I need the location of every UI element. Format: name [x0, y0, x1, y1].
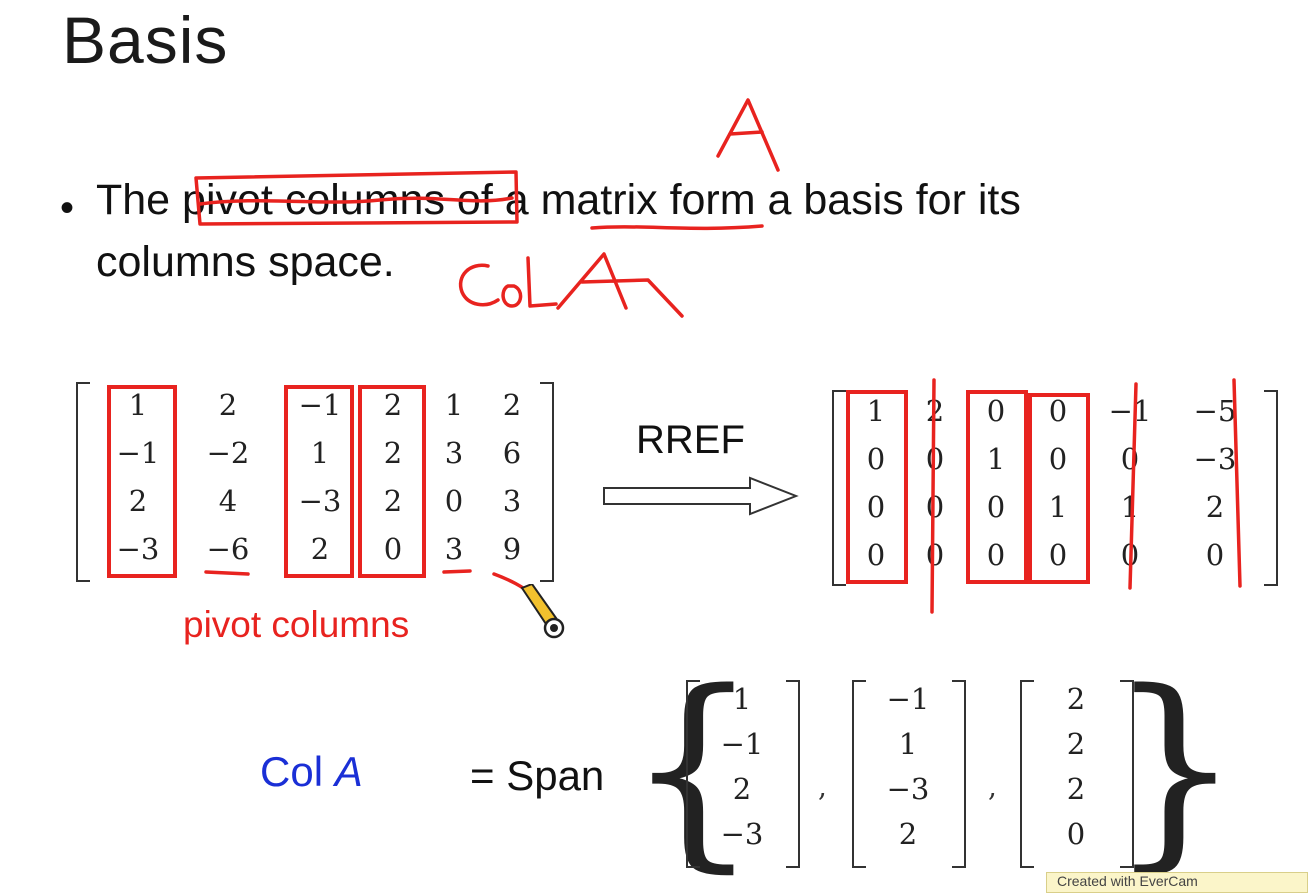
handwriting-annotations — [194, 98, 1242, 614]
ink-letter-a — [716, 98, 780, 172]
ink-col-a — [458, 263, 500, 307]
ink-pivot-box — [194, 170, 519, 226]
pencil-cursor-icon — [520, 584, 565, 639]
ink-underline-matrix — [590, 224, 764, 231]
evercam-watermark: Created with EverCam — [1046, 872, 1308, 893]
